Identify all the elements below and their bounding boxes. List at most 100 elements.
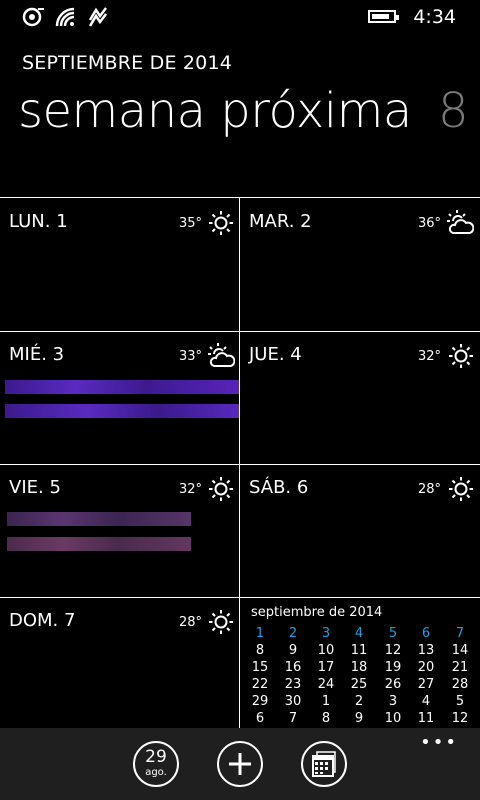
temperature: 35° <box>179 216 203 231</box>
mini-calendar-day[interactable]: 20 <box>412 660 440 675</box>
sun-icon <box>449 477 473 501</box>
mini-calendar-day[interactable]: 15 <box>246 660 274 675</box>
temperature: 32° <box>418 349 442 364</box>
mini-calendar-week: 6 7 8 9 10 11 12 <box>241 711 480 728</box>
add-event-button[interactable] <box>217 741 263 787</box>
mini-calendar-day[interactable]: 2 <box>279 626 307 641</box>
sun-icon <box>209 211 233 235</box>
mini-calendar-day[interactable]: 7 <box>279 711 307 726</box>
mini-calendar-day[interactable]: 10 <box>312 643 340 658</box>
mini-calendar-day[interactable]: 13 <box>412 643 440 658</box>
week-grid: LUN. 1 35° MAR. 2 36° MIÉ. 3 33° JUE. 4 … <box>0 197 480 728</box>
more-options-button[interactable]: ••• <box>420 732 458 753</box>
mini-calendar-day[interactable]: 25 <box>345 677 373 692</box>
sync-icon <box>22 6 46 28</box>
mini-calendar-day[interactable]: 8 <box>312 711 340 726</box>
day-cell-friday[interactable]: VIE. 5 32° <box>0 465 239 596</box>
calendar-event[interactable] <box>5 380 239 394</box>
mini-calendar-day[interactable]: 8 <box>246 643 274 658</box>
day-label: MIÉ. 3 <box>9 344 65 365</box>
page-title: semana próxima <box>18 83 412 139</box>
mini-calendar-day[interactable]: 24 <box>312 677 340 692</box>
mini-calendar-day[interactable]: 17 <box>312 660 340 675</box>
month-heading: SEPTIEMBRE DE 2014 <box>22 52 233 74</box>
mini-calendar-day[interactable]: 22 <box>246 677 274 692</box>
mini-calendar-day[interactable]: 11 <box>412 711 440 726</box>
calendar-event[interactable] <box>7 537 191 551</box>
mini-calendar-day[interactable]: 14 <box>446 643 474 658</box>
day-cell-wednesday[interactable]: MIÉ. 3 33° <box>0 332 239 463</box>
day-cell-thursday[interactable]: JUE. 4 32° <box>240 332 479 463</box>
mini-calendar-day[interactable]: 5 <box>446 694 474 709</box>
plus-icon <box>229 753 251 775</box>
mini-calendar-week: 8 9 10 11 12 13 14 <box>241 643 480 661</box>
calendar-event[interactable] <box>7 512 191 526</box>
day-cell-monday[interactable]: LUN. 1 35° <box>0 199 239 330</box>
status-bar: 4:34 <box>0 0 480 34</box>
app-bar: 29 ago. ••• <box>0 728 480 800</box>
wifi-icon <box>54 6 78 28</box>
day-label: VIE. 5 <box>9 477 61 498</box>
mini-calendar-day[interactable]: 30 <box>279 694 307 709</box>
temperature: 33° <box>179 349 203 364</box>
day-label: JUE. 4 <box>249 344 302 365</box>
mini-calendar-day[interactable]: 3 <box>312 626 340 641</box>
mini-calendar-week: 15 16 17 18 19 20 21 <box>241 660 480 678</box>
mini-calendar-day[interactable]: 26 <box>379 677 407 692</box>
mini-calendar-day[interactable]: 3 <box>379 694 407 709</box>
mini-calendar-title: septiembre de 2014 <box>251 605 383 620</box>
mini-calendar-week: 1 2 3 4 5 6 7 <box>241 626 480 644</box>
mini-calendar-day[interactable]: 6 <box>246 711 274 726</box>
mini-calendar-day[interactable]: 1 <box>246 626 274 641</box>
day-label: MAR. 2 <box>249 211 312 232</box>
mini-calendar-week: 22 23 24 25 26 27 28 <box>241 677 480 695</box>
mini-calendar-day[interactable]: 2 <box>345 694 373 709</box>
mini-calendar-day[interactable]: 16 <box>279 660 307 675</box>
month-view-button[interactable] <box>301 741 347 787</box>
mini-calendar-day[interactable]: 19 <box>379 660 407 675</box>
mini-calendar-day[interactable]: 29 <box>246 694 274 709</box>
mini-calendar-day[interactable]: 9 <box>345 711 373 726</box>
battery-icon <box>368 10 399 23</box>
clock: 4:34 <box>413 6 456 28</box>
mini-calendar-day[interactable]: 1 <box>312 694 340 709</box>
partly-cloudy-icon <box>208 343 235 367</box>
mini-calendar-day[interactable]: 5 <box>379 626 407 641</box>
sun-icon <box>449 344 473 368</box>
nfc-icon <box>86 6 110 28</box>
mini-calendar-day[interactable]: 18 <box>345 660 373 675</box>
today-month: ago. <box>145 767 167 778</box>
day-cell-sunday[interactable]: DOM. 7 28° <box>0 598 239 729</box>
mini-calendar-day[interactable]: 7 <box>446 626 474 641</box>
mini-calendar-day[interactable]: 11 <box>345 643 373 658</box>
mini-calendar-day[interactable]: 9 <box>279 643 307 658</box>
day-cell-saturday[interactable]: SÁB. 6 28° <box>240 465 479 596</box>
sun-icon <box>209 610 233 634</box>
partly-cloudy-icon <box>447 210 474 234</box>
today-day: 29 <box>145 747 167 767</box>
mini-calendar-day[interactable]: 4 <box>345 626 373 641</box>
mini-calendar-day[interactable]: 23 <box>279 677 307 692</box>
mini-calendar-day[interactable]: 21 <box>446 660 474 675</box>
mini-month-calendar[interactable]: septiembre de 2014 1 2 3 4 5 6 7 8 9 10 … <box>241 598 480 728</box>
week-number: 8 <box>438 83 469 139</box>
temperature: 28° <box>418 482 442 497</box>
mini-calendar-day[interactable]: 12 <box>379 643 407 658</box>
mini-calendar-day[interactable]: 28 <box>446 677 474 692</box>
day-label: LUN. 1 <box>9 211 68 232</box>
calendar-icon <box>312 751 336 777</box>
temperature: 36° <box>418 216 442 231</box>
day-cell-tuesday[interactable]: MAR. 2 36° <box>240 199 479 330</box>
mini-calendar-day[interactable]: 10 <box>379 711 407 726</box>
mini-calendar-day[interactable]: 27 <box>412 677 440 692</box>
mini-calendar-day[interactable]: 12 <box>446 711 474 726</box>
temperature: 28° <box>179 615 203 630</box>
calendar-event[interactable] <box>5 404 239 418</box>
day-label: SÁB. 6 <box>249 477 309 498</box>
day-label: DOM. 7 <box>9 610 76 631</box>
today-button[interactable]: 29 ago. <box>133 741 179 787</box>
sun-icon <box>209 477 233 501</box>
mini-calendar-week: 29 30 1 2 3 4 5 <box>241 694 480 712</box>
mini-calendar-day[interactable]: 6 <box>412 626 440 641</box>
mini-calendar-day[interactable]: 4 <box>412 694 440 709</box>
